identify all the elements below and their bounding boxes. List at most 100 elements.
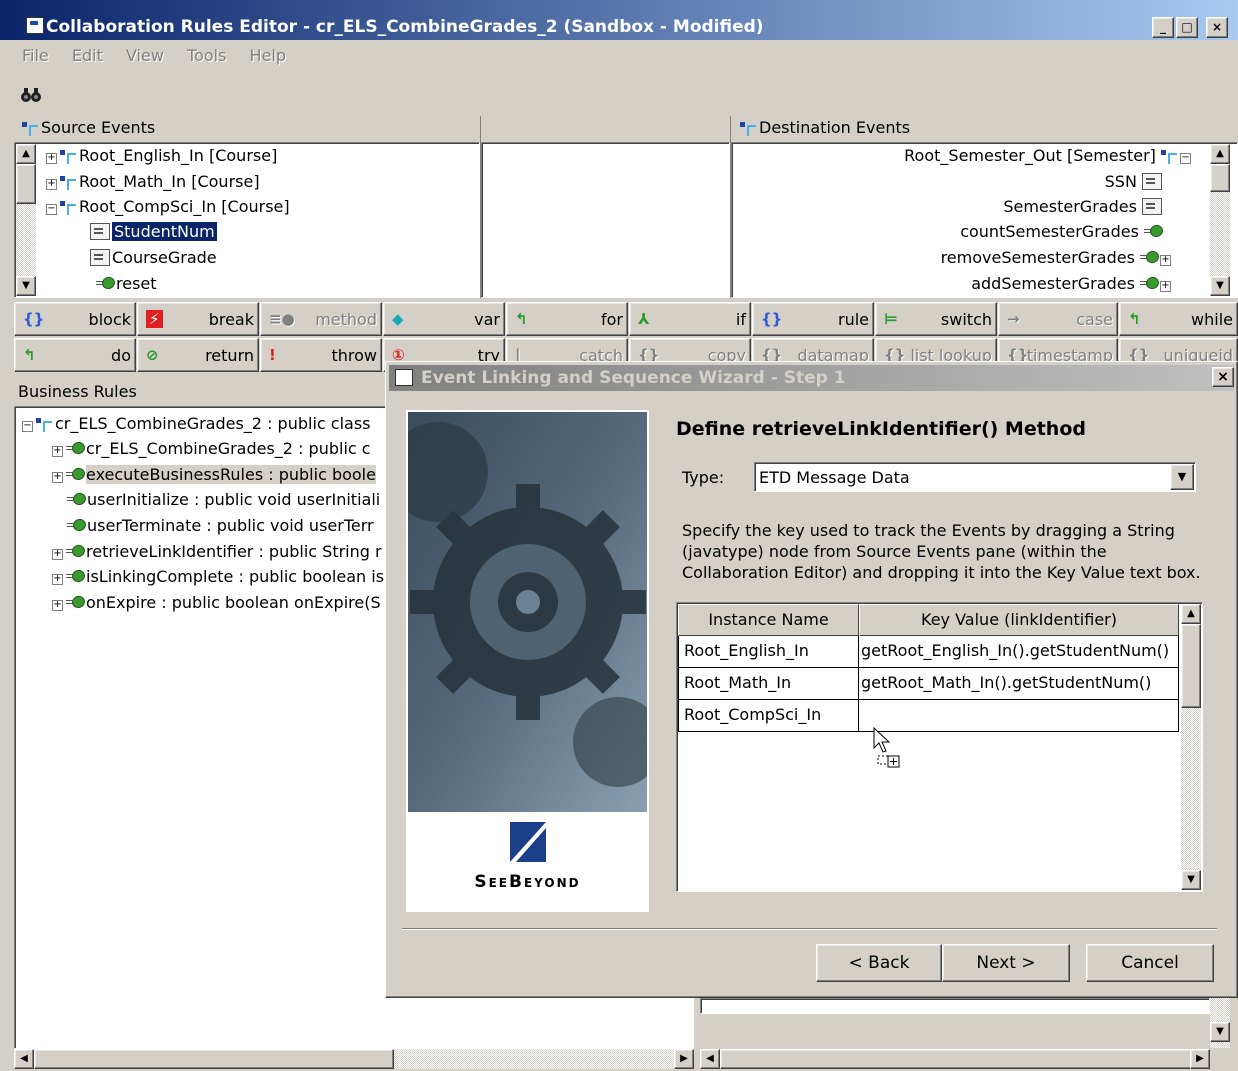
window-title-bar[interactable]: Collaboration Rules Editor - cr_ELS_Comb… — [0, 0, 1238, 40]
tree-item[interactable]: SSN — [1105, 172, 1164, 191]
expand-icon[interactable]: + — [52, 549, 63, 560]
expand-icon[interactable]: + — [52, 600, 63, 611]
expand-icon[interactable]: + — [46, 179, 57, 190]
tree-item[interactable]: Root_Semester_Out [Semester] − — [904, 146, 1194, 165]
collapse-icon[interactable]: − — [46, 204, 57, 215]
back-button[interactable]: < Back — [816, 944, 942, 982]
menu-help[interactable]: Help — [250, 46, 286, 65]
menu-file[interactable]: File — [22, 46, 49, 65]
var-icon: ◆ — [392, 310, 404, 328]
expand-icon[interactable]: + — [46, 153, 57, 164]
expand-icon[interactable]: + — [52, 446, 63, 457]
tree-item[interactable]: reset — [96, 274, 157, 293]
scroll-down-button[interactable]: ▼ — [16, 276, 36, 296]
scroll-thumb[interactable] — [1181, 624, 1201, 708]
case-button[interactable]: → case — [998, 302, 1118, 336]
source-events-pane[interactable] — [14, 142, 480, 298]
tree-item[interactable]: + onExpire : public boolean onExpire(S — [52, 593, 381, 612]
button-label: break — [208, 310, 254, 329]
dialog-title-bar[interactable]: Event Linking and Sequence Wizard - Step… — [389, 365, 1234, 391]
tree-item[interactable]: removeSemesterGrades + — [941, 248, 1174, 267]
key-value-cell[interactable]: getRoot_Math_In().getStudentNum() — [859, 668, 1179, 700]
throw-button[interactable]: ! throw — [260, 338, 382, 372]
scroll-right-button[interactable]: ▶ — [1190, 1049, 1210, 1069]
method-button[interactable]: ≡● method — [260, 302, 382, 336]
property-field[interactable] — [700, 998, 1210, 1014]
tree-item[interactable]: − Root_CompSci_In [Course] — [46, 197, 290, 216]
expand-icon[interactable]: + — [1160, 281, 1171, 292]
hscroll-thumb[interactable] — [720, 1049, 1200, 1069]
column-header[interactable]: Instance Name — [678, 604, 859, 636]
column-header[interactable]: Key Value (linkIdentifier) — [859, 604, 1179, 636]
scroll-right-button[interactable]: ▶ — [674, 1049, 694, 1069]
tree-label: cr_ELS_CombineGrades_2 : public c — [86, 439, 371, 458]
tree-item[interactable]: + Root_Math_In [Course] — [46, 172, 260, 191]
switch-button[interactable]: ⊨ switch — [875, 302, 997, 336]
scroll-down-button[interactable]: ▼ — [1210, 1022, 1230, 1042]
close-button[interactable]: × — [1206, 17, 1228, 38]
dialog-close-button[interactable]: × — [1212, 367, 1234, 387]
key-value-cell[interactable] — [859, 700, 1179, 732]
menu-tools[interactable]: Tools — [187, 46, 226, 65]
button-label: return — [205, 346, 254, 365]
rule-button[interactable]: {} rule — [752, 302, 874, 336]
while-button[interactable]: ↰ while — [1119, 302, 1238, 336]
scroll-thumb[interactable] — [1210, 164, 1230, 192]
tree-item[interactable]: + isLinkingComplete : public boolean is — [52, 567, 384, 586]
scroll-up-button[interactable]: ▲ — [1181, 604, 1201, 624]
expand-icon[interactable]: + — [52, 472, 63, 483]
do-button[interactable]: ↰ do — [14, 338, 136, 372]
tree-item-selected[interactable]: StudentNum — [90, 221, 218, 242]
var-button[interactable]: ◆ var — [383, 302, 505, 336]
tree-item[interactable]: SemesterGrades — [1003, 197, 1164, 216]
return-button[interactable]: ⊘ return — [137, 338, 259, 372]
expand-icon[interactable]: + — [52, 574, 63, 585]
minimize-button[interactable]: _ — [1152, 17, 1174, 38]
type-select-value: ETD Message Data — [759, 468, 910, 487]
button-label: switch — [940, 310, 992, 329]
instructions-text: Specify the key used to track the Events… — [682, 521, 1201, 582]
tree-item[interactable]: + executeBusinessRules : public boole — [52, 465, 376, 484]
method-icon — [1140, 251, 1158, 263]
hscroll-thumb[interactable] — [34, 1049, 394, 1069]
mapping-canvas[interactable] — [481, 142, 730, 298]
tree-item[interactable]: + Root_English_In [Course] — [46, 146, 277, 165]
key-value-cell[interactable]: getRoot_English_In().getStudentNum() — [859, 636, 1179, 668]
method-icon — [1144, 225, 1162, 237]
type-select[interactable]: ETD Message Data ▼ — [754, 462, 1196, 492]
return-icon: ⊘ — [146, 346, 159, 364]
tree-label: removeSemesterGrades — [940, 248, 1135, 267]
scroll-down-button[interactable]: ▼ — [1210, 276, 1230, 296]
tree-item[interactable]: addSemesterGrades + — [971, 274, 1174, 293]
if-button[interactable]: ⅄ if — [629, 302, 751, 336]
chevron-down-icon[interactable]: ▼ — [1170, 464, 1194, 490]
tree-item[interactable]: countSemesterGrades — [960, 222, 1164, 241]
scroll-up-button[interactable]: ▲ — [1210, 144, 1230, 164]
next-button[interactable]: Next > — [942, 944, 1070, 982]
tree-item[interactable]: − cr_ELS_CombineGrades_2 : public class — [22, 414, 371, 433]
tree-item[interactable]: + retrieveLinkIdentifier : public String … — [52, 542, 382, 561]
break-button[interactable]: ⚡ break — [137, 302, 259, 336]
expand-icon[interactable]: + — [1160, 255, 1171, 266]
tree-item[interactable]: CourseGrade — [90, 248, 217, 267]
scroll-left-button[interactable]: ◀ — [14, 1049, 34, 1069]
binoculars-icon[interactable] — [20, 84, 42, 104]
collapse-icon[interactable]: − — [22, 421, 33, 432]
tree-item[interactable]: + cr_ELS_CombineGrades_2 : public c — [52, 439, 371, 458]
scroll-up-button[interactable]: ▲ — [16, 144, 36, 164]
block-button[interactable]: {} block — [14, 302, 136, 336]
exclamation-icon: ! — [269, 346, 276, 364]
collapse-icon[interactable]: − — [1180, 153, 1191, 164]
menu-view[interactable]: View — [126, 46, 164, 65]
scroll-down-button[interactable]: ▼ — [1181, 870, 1201, 890]
cancel-button[interactable]: Cancel — [1086, 944, 1214, 982]
scroll-left-button[interactable]: ◀ — [700, 1049, 720, 1069]
tree-item[interactable]: userTerminate : public void userTerr — [67, 516, 374, 535]
break-icon: ⚡ — [146, 310, 163, 328]
menu-edit[interactable]: Edit — [72, 46, 103, 65]
tree-item[interactable]: userInitialize : public void userInitial… — [67, 490, 380, 509]
loop-icon: ↰ — [23, 346, 36, 364]
for-button[interactable]: ↰ for — [506, 302, 628, 336]
scroll-thumb[interactable] — [16, 164, 36, 204]
maximize-button[interactable]: □ — [1176, 17, 1198, 38]
